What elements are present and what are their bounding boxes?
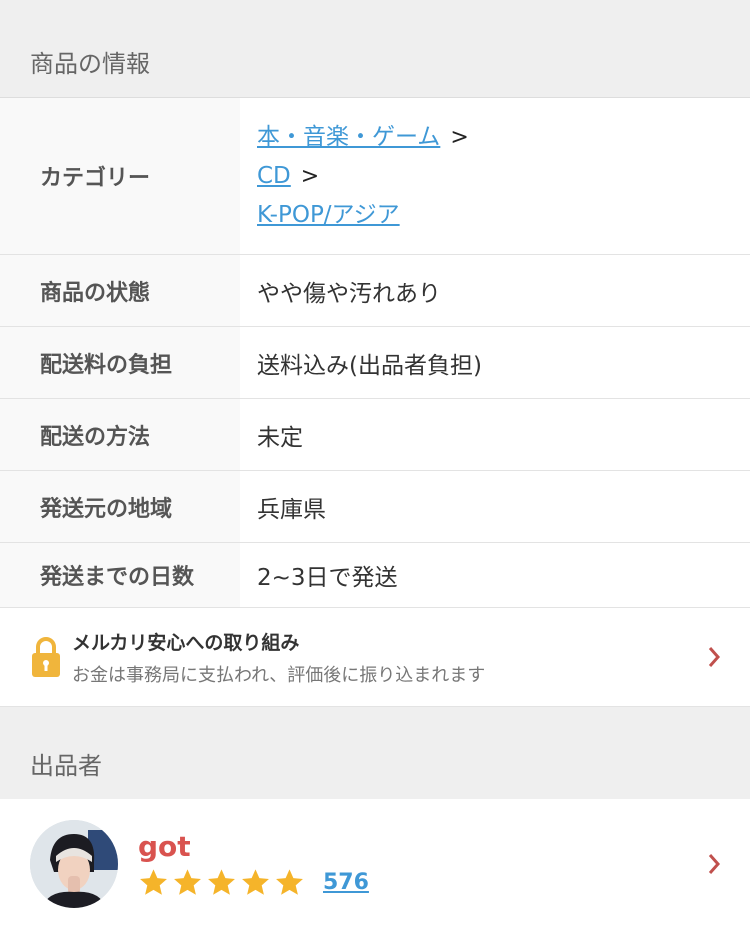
safety-description: お金は事務局に支払われ、評価後に振り込まれます: [72, 664, 486, 686]
avatar[interactable]: [30, 819, 118, 908]
row-label: 発送元の地域: [0, 471, 240, 542]
chevron-right-icon: [708, 853, 721, 874]
safety-title: メルカリ安心への取り組み: [72, 631, 300, 654]
star-icon: [276, 868, 303, 895]
star-icon: [174, 868, 201, 895]
star-icon: [242, 868, 269, 895]
row-label: 発送までの日数: [0, 543, 240, 607]
product-info-table: カテゴリー 本・音楽・ゲーム > CD > K-POP/アジア 商品の状態 やや…: [0, 98, 750, 608]
category-separator: >: [300, 163, 320, 189]
table-row-shipping-method: 配送の方法 未定: [0, 399, 750, 471]
row-label: カテゴリー: [0, 98, 240, 254]
row-value: 2~3日で発送: [240, 543, 750, 607]
seller-rating: 576: [138, 867, 369, 898]
table-row-condition: 商品の状態 やや傷や汚れあり: [0, 255, 750, 327]
row-value: 未定: [240, 399, 750, 470]
seller-section-header: 出品者: [0, 707, 750, 799]
product-info-section-header: 商品の情報: [0, 0, 750, 98]
section-title: 出品者: [30, 752, 102, 780]
row-label: 配送の方法: [0, 399, 240, 470]
rating-count-link[interactable]: 576: [323, 870, 369, 895]
chevron-right-icon: [708, 647, 721, 667]
star-icon: [140, 868, 167, 895]
table-row-shipping-fee: 配送料の負担 送料込み(出品者負担): [0, 327, 750, 399]
safety-banner[interactable]: メルカリ安心への取り組み お金は事務局に支払われ、評価後に振り込まれます: [0, 608, 750, 707]
category-links: 本・音楽・ゲーム > CD > K-POP/アジア: [240, 98, 750, 254]
row-label: 商品の状態: [0, 255, 240, 326]
row-value: やや傷や汚れあり: [240, 255, 750, 326]
avatar-image: [30, 819, 118, 908]
seller-card[interactable]: got 576: [0, 799, 750, 927]
star-icon: [208, 868, 235, 895]
category-link-books-music-games[interactable]: 本・音楽・ゲーム: [257, 118, 440, 157]
table-row-days-to-ship: 発送までの日数 2~3日で発送: [0, 543, 750, 608]
category-separator: >: [450, 124, 469, 150]
table-row-ship-from: 発送元の地域 兵庫県: [0, 471, 750, 543]
table-row-category: カテゴリー 本・音楽・ゲーム > CD > K-POP/アジア: [0, 98, 750, 255]
seller-name[interactable]: got: [138, 830, 369, 863]
section-title: 商品の情報: [30, 50, 150, 78]
row-value: 兵庫県: [240, 471, 750, 542]
row-value: 送料込み(出品者負担): [240, 327, 750, 398]
lock-icon: [32, 637, 60, 677]
row-label: 配送料の負担: [0, 327, 240, 398]
category-link-kpop-asia[interactable]: K-POP/アジア: [257, 196, 400, 235]
category-link-cd[interactable]: CD: [257, 157, 291, 196]
